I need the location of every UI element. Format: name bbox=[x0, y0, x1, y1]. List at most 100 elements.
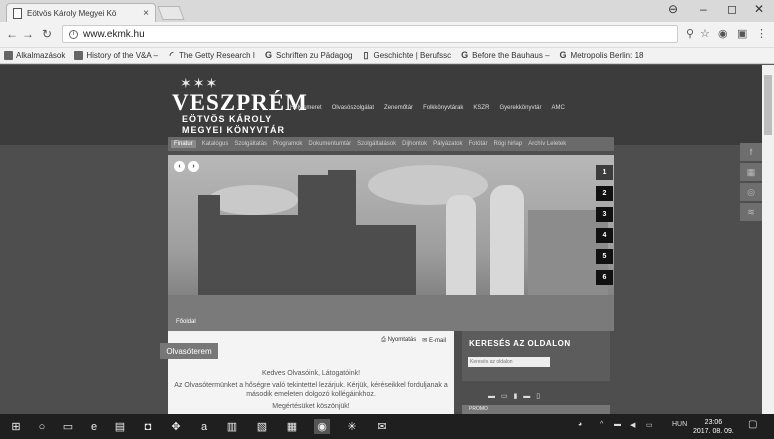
slide-1-button[interactable]: 1 bbox=[596, 165, 613, 180]
link-icon[interactable]: ◎ bbox=[740, 183, 762, 201]
hero-slideshow[interactable]: ‹ › Főoldal bbox=[168, 155, 614, 331]
site-search-box: KERESÉS AZ OLDALON bbox=[462, 331, 610, 381]
clock-time: 23:06 bbox=[704, 419, 723, 426]
chrome-icon[interactable]: ◉ bbox=[314, 419, 330, 434]
mainnav-item[interactable]: Katalógus bbox=[202, 141, 229, 147]
star-icon[interactable]: ☆ bbox=[700, 27, 710, 40]
mainnav-item[interactable]: Archív Leletek bbox=[528, 141, 566, 147]
topnav-olvasoszolgalat[interactable]: Olvasószolgálat bbox=[332, 105, 374, 111]
mainnav-item[interactable]: Szolgáltatás bbox=[234, 141, 267, 147]
bookmark-metropolis[interactable]: G Metropolis Berlin: 18 bbox=[559, 50, 644, 61]
topnav-kszr[interactable]: KSZR bbox=[473, 105, 489, 111]
mainnav-item[interactable]: Szolgáltatások bbox=[357, 141, 396, 147]
slide-6-button[interactable]: 6 bbox=[596, 270, 613, 285]
url-text: www.ekmk.hu bbox=[83, 28, 145, 40]
topnav-zenemotar[interactable]: Zenemőtár bbox=[384, 105, 413, 111]
network-icon[interactable]: ▬ bbox=[614, 421, 621, 428]
topnav-amc[interactable]: AMC bbox=[551, 105, 564, 111]
user-icon[interactable]: ◕ bbox=[578, 421, 582, 428]
bookmark-bauhaus[interactable]: G Before the Bauhaus – bbox=[460, 50, 549, 61]
windows-start-icon[interactable]: ⊞ bbox=[8, 419, 24, 434]
page-scrollbar[interactable] bbox=[762, 65, 774, 414]
zoom-icon[interactable]: ⚲ bbox=[686, 27, 694, 40]
mainnav-item[interactable]: Dokumentumtár bbox=[308, 141, 351, 147]
bookmark-apps[interactable]: Alkalmazások bbox=[4, 51, 65, 60]
google-icon: G bbox=[461, 50, 469, 60]
keyboard-icon[interactable]: ▭ bbox=[646, 421, 653, 429]
system-clock[interactable]: 23:06 2017. 08. 09. bbox=[693, 418, 734, 436]
excel-icon[interactable]: ▦ bbox=[284, 419, 300, 434]
word-icon[interactable]: ▥ bbox=[224, 419, 240, 434]
file-explorer-icon[interactable]: ▤ bbox=[112, 419, 128, 434]
bookmark-schriften[interactable]: G Schriften zu Pädagog bbox=[264, 51, 353, 61]
mainnav-item[interactable]: Rögi hirlap bbox=[494, 141, 523, 147]
side-promo-label: PROMO bbox=[469, 406, 488, 412]
bookmark-va[interactable]: History of the V&A – bbox=[74, 51, 158, 60]
address-bar[interactable]: i www.ekmk.hu bbox=[62, 25, 678, 43]
print-link[interactable]: ⎙ Nyomtatás bbox=[381, 337, 416, 344]
white-tower bbox=[490, 185, 524, 305]
slide-5-button[interactable]: 5 bbox=[596, 249, 613, 264]
side-promo-box[interactable]: PROMO bbox=[462, 405, 610, 414]
mail-icon[interactable]: ✉ bbox=[374, 419, 390, 434]
bookmark-getty[interactable]: ◜ The Getty Research I bbox=[167, 51, 255, 61]
page-icon bbox=[13, 7, 22, 19]
hero-caption: Főoldal bbox=[176, 319, 196, 325]
email-icon: ✉ bbox=[422, 338, 428, 344]
topnav-helyismeret[interactable]: Helyismeret bbox=[290, 105, 322, 111]
facebook-icon[interactable]: f bbox=[740, 143, 762, 161]
info-icon[interactable]: i bbox=[69, 29, 78, 39]
maximize-button[interactable]: ◻ bbox=[727, 2, 737, 16]
calendar-icon[interactable]: ▦ bbox=[740, 163, 762, 181]
close-tab-icon[interactable]: × bbox=[143, 8, 149, 19]
notifications-icon[interactable]: ▢ bbox=[748, 419, 757, 430]
site-logo[interactable]: ✶✶✶ VESZPRÉM EÖTVÖS KÁROLY MEGYEI KÖNYVT… bbox=[172, 75, 308, 136]
bookmark-geschichte[interactable]: ▯ Geschichte | Berufssc bbox=[361, 50, 452, 61]
new-tab-button[interactable] bbox=[157, 6, 185, 20]
page-icon: ▯ bbox=[363, 50, 369, 60]
clock-date: 2017. 08. 09. bbox=[693, 428, 734, 435]
slide-2-button[interactable]: 2 bbox=[596, 186, 613, 201]
prev-slide-icon[interactable]: ‹ bbox=[174, 161, 185, 172]
forward-icon[interactable]: → bbox=[22, 27, 34, 41]
chevron-up-icon[interactable]: ^ bbox=[600, 421, 603, 428]
slide-3-button[interactable]: 3 bbox=[596, 207, 613, 222]
store-icon[interactable]: ◘ bbox=[140, 419, 156, 434]
extension-icon[interactable]: ◉ bbox=[718, 27, 728, 40]
volume-icon[interactable]: ◀ bbox=[630, 421, 635, 429]
language-indicator[interactable]: HUN bbox=[672, 421, 687, 428]
mainnav-item[interactable]: Programok bbox=[273, 141, 302, 147]
language-flags[interactable]: ▬ ▭ ▮ ▬ ▯ bbox=[488, 392, 542, 400]
close-window-button[interactable]: ✕ bbox=[754, 2, 764, 16]
task-view-icon[interactable]: ▭ bbox=[60, 419, 76, 434]
google-icon: G bbox=[559, 50, 567, 60]
rss-icon[interactable]: ≋ bbox=[740, 203, 762, 221]
photoshop-icon[interactable]: ✳ bbox=[344, 419, 360, 434]
menu-icon[interactable]: ⋮ bbox=[756, 27, 767, 40]
cast-icon[interactable]: ▣ bbox=[737, 27, 747, 40]
topnav-folkkonyvtarak[interactable]: Folkkönyvtárak bbox=[423, 105, 463, 111]
app-a-icon[interactable]: a bbox=[196, 419, 212, 434]
site-search-input[interactable] bbox=[468, 357, 550, 367]
profile-icon[interactable]: ⊖ bbox=[668, 2, 678, 16]
taskbar: ⊞ ○ ▭ e ▤ ◘ ✥ a ▥ ▧ ▦ ◉ ✳ ✉ ◕ ^ ▬ ◀ ▭ HU… bbox=[0, 414, 774, 439]
mainnav-item[interactable]: Pályázatok bbox=[433, 141, 462, 147]
email-link[interactable]: ✉ E-mail bbox=[422, 337, 446, 344]
back-icon[interactable]: ← bbox=[6, 27, 18, 41]
topnav-gyerekkonyvtar[interactable]: Gyerekkönyvtár bbox=[499, 105, 541, 111]
edge-icon[interactable]: e bbox=[86, 419, 102, 434]
browser-tab[interactable]: Eötvös Károly Megyei Kö × bbox=[6, 3, 156, 22]
mainnav-item-home[interactable]: Finatur bbox=[171, 140, 196, 148]
next-slide-icon[interactable]: › bbox=[188, 161, 199, 172]
slide-pager: 1 2 3 4 5 6 bbox=[596, 165, 613, 285]
content-tools: ⎙ Nyomtatás ✉ E-mail bbox=[381, 337, 446, 344]
reload-icon[interactable]: ↻ bbox=[42, 27, 52, 41]
minimize-button[interactable]: – bbox=[700, 2, 707, 16]
mainnav-item[interactable]: Fotótár bbox=[469, 141, 488, 147]
search-icon[interactable]: ○ bbox=[34, 419, 50, 434]
dropbox-icon[interactable]: ✥ bbox=[168, 419, 184, 434]
powerpoint-icon[interactable]: ▧ bbox=[254, 419, 270, 434]
scrollbar-thumb[interactable] bbox=[764, 75, 772, 135]
mainnav-item[interactable]: Dijhontok bbox=[402, 141, 427, 147]
slide-4-button[interactable]: 4 bbox=[596, 228, 613, 243]
